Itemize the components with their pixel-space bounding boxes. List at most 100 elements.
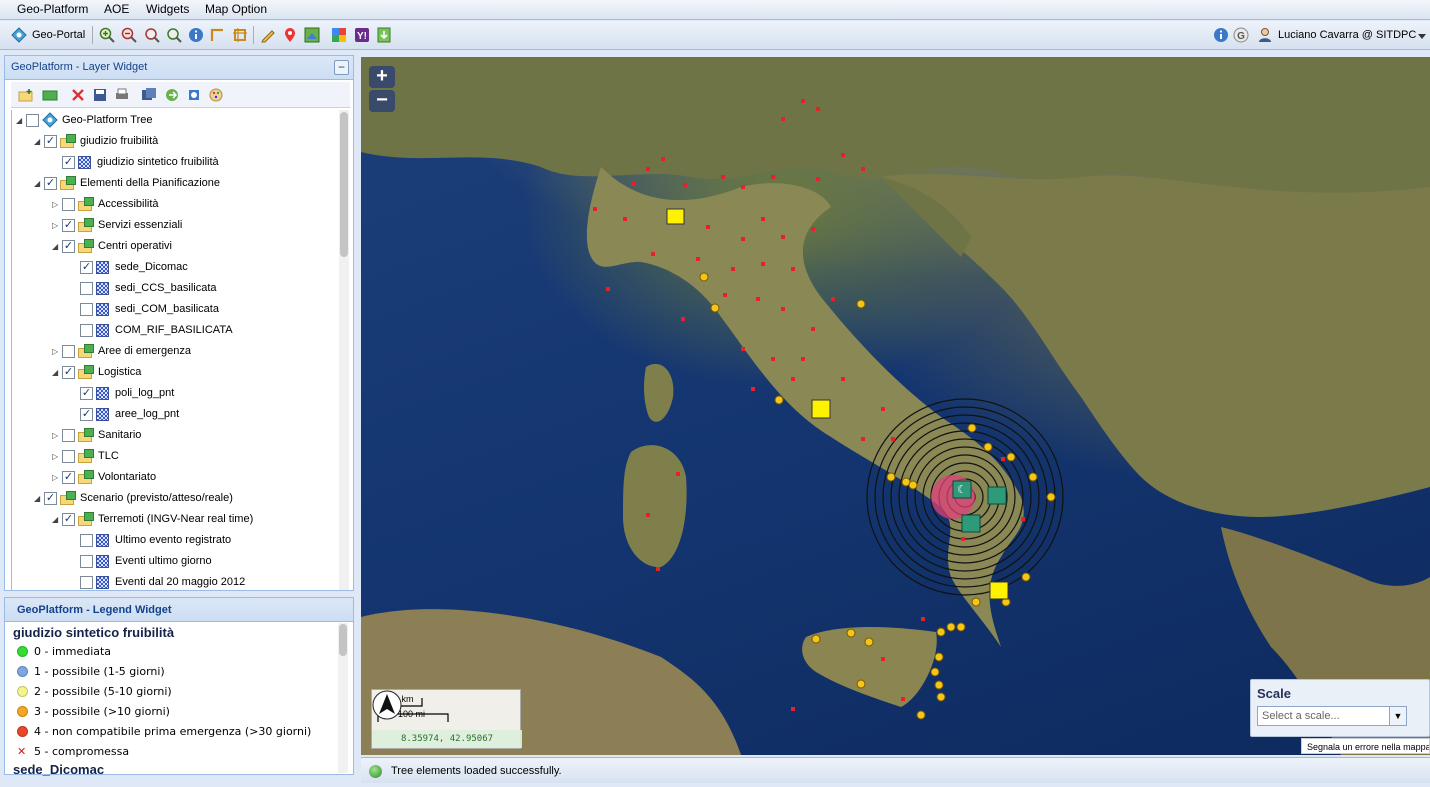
menu-aoe[interactable]: AOE (104, 2, 129, 16)
expand-arrow-icon[interactable]: ▷ (52, 431, 62, 440)
tree-folder-node[interactable]: ◢ ✓ Scenario (previsto/atteso/reale) (34, 488, 233, 508)
scrollbar-thumb[interactable] (340, 112, 348, 257)
dropdown-icon[interactable] (1417, 27, 1427, 45)
save-all-icon[interactable] (140, 86, 158, 104)
tree-layer-node[interactable]: COM_RIF_BASILICATA (70, 320, 233, 340)
chevron-down-icon[interactable]: ▼ (1389, 706, 1407, 726)
measure-area-icon[interactable] (231, 26, 249, 44)
collapse-arrow-icon[interactable]: ◢ (52, 515, 62, 524)
export-icon[interactable] (163, 86, 181, 104)
tree-folder-node[interactable]: ◢ ✓ giudizio fruibilità (34, 131, 158, 151)
tree-layer-node[interactable]: ✓ giudizio sintetico fruibilità (52, 152, 219, 172)
tree-folder-node[interactable]: ▷ Accessibilità (52, 194, 159, 214)
expand-arrow-icon[interactable]: ▷ (52, 221, 62, 230)
tree-checkbox[interactable]: ✓ (62, 470, 75, 484)
paint-icon[interactable] (207, 86, 225, 104)
map-pin-icon[interactable] (281, 26, 299, 44)
menu-geo-platform[interactable]: Geo-Platform (17, 2, 88, 16)
collapse-arrow-icon[interactable]: ◢ (52, 242, 62, 251)
tree-folder-node[interactable]: ▷ ✓ Servizi essenziali (52, 215, 182, 235)
tree-checkbox[interactable] (62, 197, 75, 211)
copy-icon[interactable] (185, 86, 203, 104)
info-icon[interactable] (1212, 26, 1230, 44)
collapse-arrow-icon[interactable]: ◢ (34, 137, 44, 146)
tree-checkbox[interactable] (62, 344, 75, 358)
tree-checkbox[interactable]: ✓ (62, 239, 75, 253)
zoom-next-icon[interactable] (165, 26, 183, 44)
tree-checkbox[interactable] (80, 281, 93, 295)
tree-checkbox[interactable]: ✓ (44, 491, 57, 505)
expand-arrow-icon[interactable]: ▷ (52, 452, 62, 461)
expand-arrow-icon[interactable]: ▷ (52, 347, 62, 356)
tree-layer-node[interactable]: Eventi ultimo giorno (70, 551, 212, 571)
scale-select[interactable]: Select a scale... (1257, 706, 1407, 726)
tree-folder-node[interactable]: ▷ ✓ Volontariato (52, 467, 156, 487)
tree-checkbox[interactable] (80, 554, 93, 568)
google-icon[interactable]: G (1232, 26, 1250, 44)
tree-folder-node[interactable]: ◢ ✓ Elementi della Pianificazione (34, 173, 220, 193)
tree-folder-node[interactable]: ◢ ✓ Centri operativi (52, 236, 172, 256)
tree-checkbox[interactable]: ✓ (62, 512, 75, 526)
tree-checkbox[interactable]: ✓ (80, 386, 93, 400)
tree-checkbox[interactable] (62, 449, 75, 463)
earthquake-icon[interactable]: ☾ (953, 481, 971, 498)
tree-layer-node[interactable]: sedi_COM_basilicata (70, 299, 219, 319)
tree-checkbox[interactable]: ✓ (62, 218, 75, 232)
tree-layer-node[interactable]: ✓ sede_Dicomac (70, 257, 188, 277)
tree-folder-node[interactable]: ▷ Sanitario (52, 425, 141, 445)
tree-checkbox[interactable] (80, 323, 93, 337)
measure-icon[interactable] (209, 26, 227, 44)
scrollbar-thumb[interactable] (339, 624, 347, 656)
report-error-link[interactable]: Segnala un errore nella mappa (1301, 738, 1430, 754)
tree-checkbox[interactable] (62, 428, 75, 442)
save-icon[interactable] (91, 86, 109, 104)
tree-layer-node[interactable]: Ultimo evento registrato (70, 530, 231, 550)
download-icon[interactable] (375, 26, 393, 44)
user-menu[interactable]: Luciano Cavarra @ SITDPC (1278, 29, 1416, 41)
tree-checkbox[interactable]: ✓ (80, 407, 93, 421)
tree-folder-node[interactable]: ◢ ✓ Logistica (52, 362, 141, 382)
google-maps-icon[interactable] (330, 26, 348, 44)
expand-arrow-icon[interactable]: ▷ (52, 473, 62, 482)
tree-checkbox[interactable]: ✓ (62, 365, 75, 379)
collapse-arrow-icon[interactable]: ◢ (16, 116, 26, 125)
info-icon[interactable] (187, 26, 205, 44)
zoom-in-icon[interactable] (98, 26, 116, 44)
zoom-in-button[interactable]: + (369, 66, 395, 88)
tree-folder-node[interactable]: ▷ Aree di emergenza (52, 341, 191, 361)
edit-pencil-icon[interactable] (259, 26, 277, 44)
tree-checkbox[interactable]: ✓ (62, 155, 75, 169)
tree-layer-node[interactable]: Eventi dal 20 maggio 2012 (70, 572, 245, 590)
collapse-arrow-icon[interactable]: ◢ (52, 368, 62, 377)
zoom-out-icon[interactable] (120, 26, 138, 44)
add-folder-icon[interactable] (17, 86, 35, 104)
tree-checkbox[interactable]: ✓ (44, 176, 57, 190)
menu-map-option[interactable]: Map Option (205, 2, 267, 16)
delete-icon[interactable] (69, 86, 87, 104)
collapse-arrow-icon[interactable]: ◢ (34, 494, 44, 503)
google-earth-icon[interactable] (303, 26, 321, 44)
tree-scrollbar[interactable] (339, 110, 349, 590)
yahoo-icon[interactable]: Y! (353, 26, 371, 44)
add-layer-icon[interactable] (41, 86, 59, 104)
zoom-previous-icon[interactable] (143, 26, 161, 44)
tree-checkbox[interactable]: ✓ (44, 134, 57, 148)
tree-checkbox[interactable] (80, 302, 93, 316)
tree-layer-node[interactable]: ✓ poli_log_pnt (70, 383, 174, 403)
tree-folder-node[interactable]: ▷ TLC (52, 446, 119, 466)
tree-layer-node[interactable]: ✓ aree_log_pnt (70, 404, 179, 424)
tree-folder-node[interactable]: ◢ Geo-Platform Tree (16, 110, 152, 130)
menu-widgets[interactable]: Widgets (146, 2, 189, 16)
tree-checkbox[interactable]: ✓ (80, 260, 93, 274)
tree-folder-node[interactable]: ◢ ✓ Terremoti (INGV-Near real time) (52, 509, 253, 529)
map-view[interactable]: + − 100 km 100 mi 8.35974, 42.95067 ☾ (361, 57, 1430, 755)
collapse-arrow-icon[interactable]: ◢ (34, 179, 44, 188)
geoportal-label[interactable]: Geo-Portal (32, 29, 85, 41)
collapse-button[interactable]: − (334, 60, 349, 75)
tree-layer-node[interactable]: sedi_CCS_basilicata (70, 278, 217, 298)
tree-checkbox[interactable] (80, 533, 93, 547)
zoom-out-button[interactable]: − (369, 90, 395, 112)
geoportal-logo-icon[interactable] (10, 26, 28, 44)
legend-scrollbar[interactable] (338, 623, 348, 773)
tree-checkbox[interactable] (26, 113, 39, 127)
